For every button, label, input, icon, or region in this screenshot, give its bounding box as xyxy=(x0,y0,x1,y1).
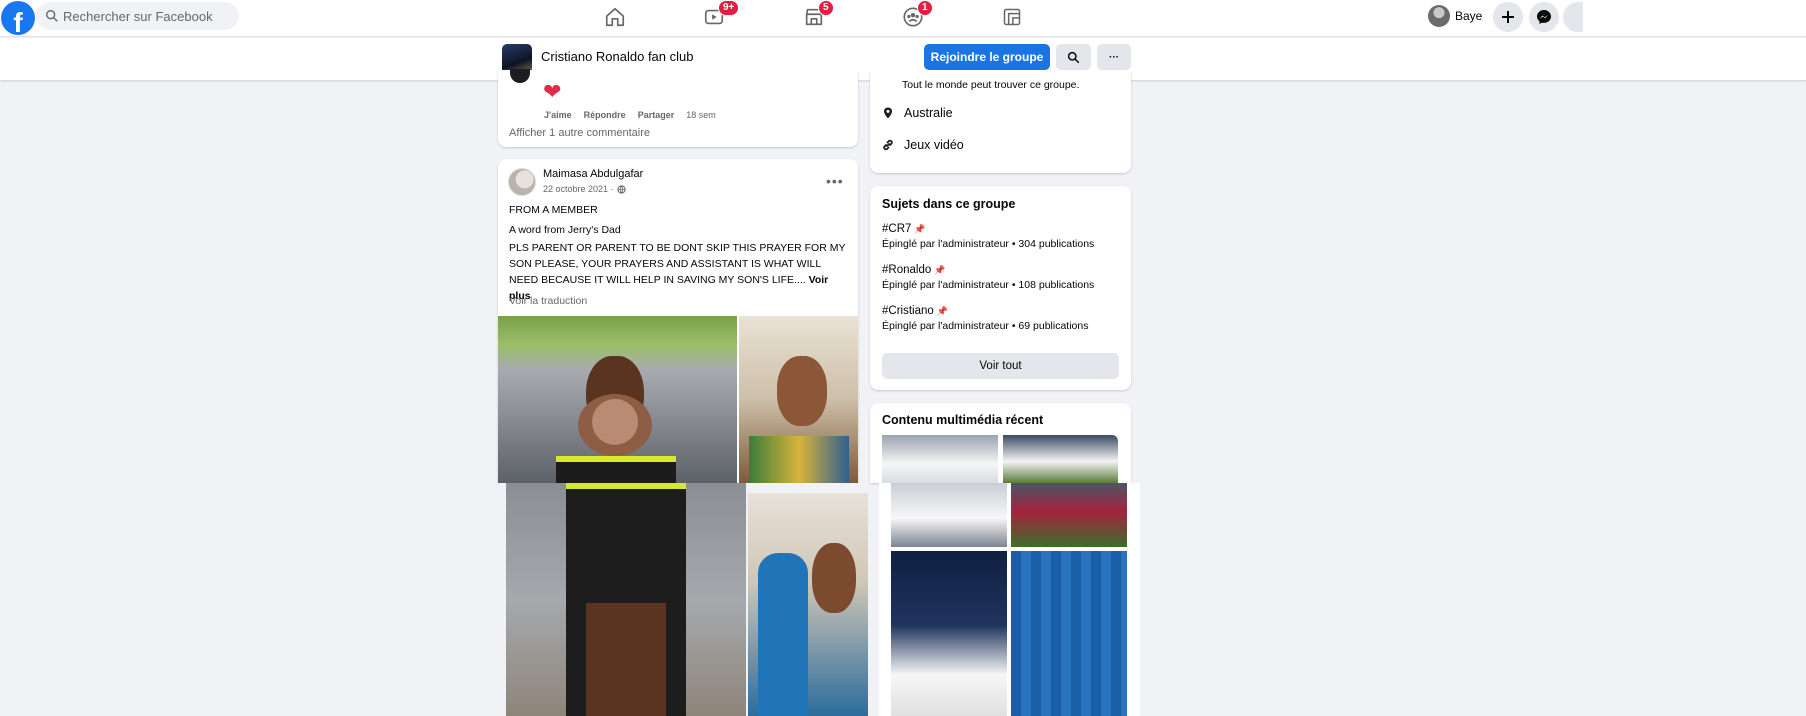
messenger-button[interactable] xyxy=(1529,2,1559,32)
like-comment-link[interactable]: J'aime xyxy=(544,110,572,120)
home-icon xyxy=(605,7,625,27)
previous-post-comments: ❤ J'aime Répondre Partager 18 sem Affich… xyxy=(498,69,858,147)
topics-card: Sujets dans ce groupe #CR7 📌 Épinglé par … xyxy=(870,186,1131,390)
reply-comment-link[interactable]: Répondre xyxy=(584,110,626,120)
topic-item[interactable]: #CR7 📌 Épinglé par l'administrateur • 304… xyxy=(882,223,1094,250)
comment-time[interactable]: 18 sem xyxy=(686,110,716,120)
post-date[interactable]: 22 octobre 2021 · xyxy=(543,184,614,194)
top-navbar: f 9+ 5 1 Baye xyxy=(0,0,1806,37)
topics-title: Sujets dans ce groupe xyxy=(882,197,1016,211)
watch-badge: 9+ xyxy=(718,0,740,16)
commenter-avatar[interactable] xyxy=(510,69,530,83)
see-translation-link[interactable]: Voir la traduction xyxy=(509,295,587,307)
link-icon xyxy=(883,139,893,151)
location-row: Australie xyxy=(882,106,953,120)
profile-chip[interactable]: Baye xyxy=(1428,3,1482,29)
post-options-button[interactable]: ••• xyxy=(826,173,844,189)
see-all-topics-button[interactable]: Voir tout xyxy=(882,353,1119,379)
nav-home[interactable] xyxy=(593,3,637,31)
messenger-icon xyxy=(1537,10,1551,24)
topic-tag: #CR7 xyxy=(882,223,912,235)
search-input[interactable] xyxy=(63,8,233,24)
groups-badge: 1 xyxy=(917,0,933,16)
search-icon xyxy=(1067,51,1080,63)
profile-name: Baye xyxy=(1455,9,1483,23)
search-icon xyxy=(46,10,58,22)
post-author-avatar[interactable] xyxy=(508,168,536,196)
nav-gaming[interactable] xyxy=(990,3,1034,31)
nav-groups[interactable]: 1 xyxy=(891,0,935,31)
share-comment-link[interactable]: Partager xyxy=(638,110,675,120)
pin-icon: 📌 xyxy=(936,305,948,316)
pin-icon: 📌 xyxy=(914,223,926,234)
media-thumbnail[interactable] xyxy=(1011,483,1127,547)
group-more-button[interactable]: ··· xyxy=(1097,44,1131,70)
media-thumbnail[interactable] xyxy=(1003,435,1118,483)
media-thumbnail[interactable] xyxy=(882,435,998,483)
topic-meta: Épinglé par l'administrateur • 304 publi… xyxy=(882,238,1095,250)
topic-meta: Épinglé par l'administrateur • 108 publi… xyxy=(882,279,1095,291)
post-photo-3[interactable] xyxy=(506,483,746,716)
post-photo-1[interactable] xyxy=(498,316,737,483)
topic-tag: #Cristiano xyxy=(882,305,934,317)
group-search-button[interactable] xyxy=(1056,44,1091,70)
topic-meta: Épinglé par l'administrateur • 69 public… xyxy=(882,320,1089,332)
search-box[interactable] xyxy=(36,2,239,30)
post-meta: 22 octobre 2021 · xyxy=(543,184,626,194)
category-text: Jeux vidéo xyxy=(904,138,964,152)
globe-icon xyxy=(616,184,626,194)
join-group-button[interactable]: Rejoindre le groupe xyxy=(924,44,1050,70)
show-more-comments-link[interactable]: Afficher 1 autre commentaire xyxy=(509,127,650,139)
media-thumbnail[interactable] xyxy=(1011,551,1127,716)
post-text-line-2: A word from Jerry's Dad xyxy=(509,224,621,236)
avatar xyxy=(1428,5,1450,27)
post-photo-4[interactable] xyxy=(748,493,868,716)
visibility-text: Tout le monde peut trouver ce groupe. xyxy=(902,79,1080,91)
plus-icon xyxy=(1502,11,1514,23)
recent-media-title: Contenu multimédia récent xyxy=(882,413,1044,427)
facebook-logo[interactable]: f xyxy=(1,1,35,35)
create-button[interactable] xyxy=(1493,2,1523,32)
nav-marketplace[interactable]: 5 xyxy=(792,0,836,31)
category-row: Jeux vidéo xyxy=(882,138,964,152)
comment-actions: J'aime Répondre Partager 18 sem xyxy=(544,110,716,120)
nav-watch[interactable]: 9+ xyxy=(692,0,740,31)
post-body: PLS PARENT OR PARENT TO BE DONT SKIP THI… xyxy=(509,242,846,286)
marketplace-badge: 5 xyxy=(818,0,834,16)
gaming-icon xyxy=(1003,8,1021,26)
love-reaction-icon: ❤ xyxy=(543,79,562,104)
topic-tag: #Ronaldo xyxy=(882,264,932,276)
notifications-button[interactable] xyxy=(1563,2,1583,32)
location-text: Australie xyxy=(904,106,953,120)
topic-item[interactable]: #Ronaldo 📌 Épinglé par l'administrateur •… xyxy=(882,264,1094,291)
post-photo-2[interactable] xyxy=(739,316,858,483)
media-thumbnail[interactable] xyxy=(891,483,1007,547)
post-text-line-1: FROM A MEMBER xyxy=(509,204,598,216)
location-pin-icon xyxy=(884,107,892,119)
media-thumbnail[interactable] xyxy=(891,551,1007,716)
post-author-name[interactable]: Maimasa Abdulgafar xyxy=(543,168,643,180)
about-card: Tout le monde peut trouver ce groupe. Au… xyxy=(870,70,1131,173)
pin-icon: 📌 xyxy=(934,264,946,275)
topic-item[interactable]: #Cristiano 📌 Épinglé par l'administrateur… xyxy=(882,305,1088,332)
group-name[interactable]: Cristiano Ronaldo fan club xyxy=(541,49,693,64)
